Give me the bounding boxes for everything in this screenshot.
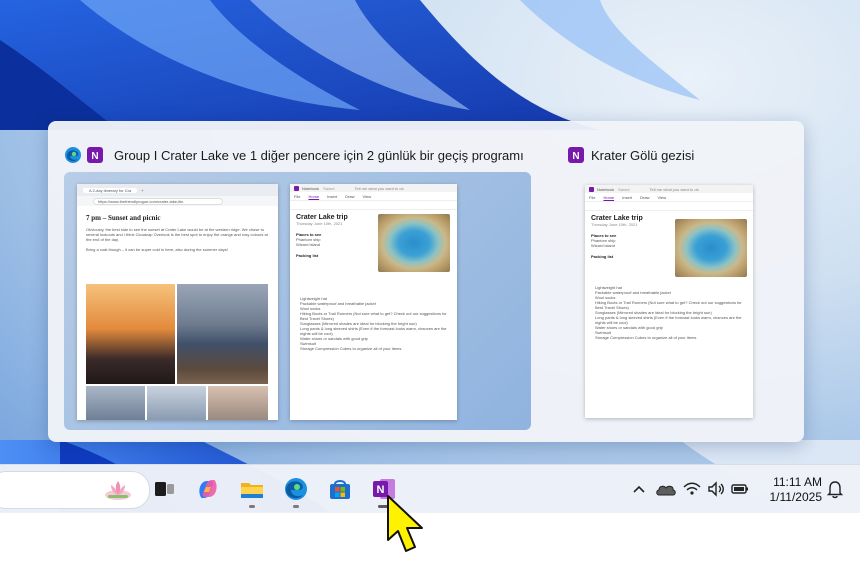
ribbon-tab: Home (308, 193, 320, 199)
onenote-titlebar: Notebook Saved Tell me what you want to … (290, 184, 457, 192)
svg-text:N: N (572, 151, 579, 162)
onedrive-cloud-icon[interactable] (654, 477, 678, 506)
group-thumbnail[interactable]: A 2-day itinerary for Cra + https://www.… (64, 172, 531, 430)
crater-lake-map-image (675, 219, 747, 277)
onenote-search-hint: Tell me what you want to do (649, 186, 699, 192)
note-title: Crater Lake trip (591, 215, 643, 222)
article-paragraph-2: Bring a coat though – it can be super co… (86, 247, 228, 252)
volume-icon[interactable] (706, 477, 726, 506)
packing-item: Hiking Boots or Trail Runners (Not sure … (300, 311, 447, 321)
place-item: Wizard island (591, 243, 616, 248)
ribbon-tab: File (294, 193, 301, 199)
clock-time: 11:11 AM (773, 475, 822, 489)
onenote-ribbon-tabs: File Home Insert Draw View (585, 193, 753, 202)
copilot-icon[interactable] (192, 473, 224, 505)
packing-list: Lightweight hat Packable waterproof and … (300, 296, 450, 351)
notification-bell-icon[interactable] (826, 477, 844, 506)
url-field: https://www.thefriendlyrogue.com/crater-… (93, 197, 223, 205)
browser-address-bar: https://www.thefriendlyrogue.com/crater-… (77, 196, 278, 206)
ribbon-tab: Draw (345, 193, 355, 199)
onenote-mini-icon (589, 186, 594, 192)
battery-icon[interactable] (730, 477, 750, 506)
packing-list: Lightweight hat Packable waterproof and … (595, 285, 745, 340)
onenote-mini-icon (294, 185, 299, 191)
place-item: Wizard island (296, 242, 321, 247)
packing-item: Storage Compression Cubes to organize al… (595, 335, 697, 340)
packing-heading: Packing list (296, 253, 319, 258)
file-explorer-icon[interactable] (236, 473, 268, 505)
sunset-photo (86, 284, 175, 384)
onenote-icon: N (567, 146, 585, 164)
group-title: Group I Crater Lake ve 1 diğer pencere i… (114, 147, 524, 163)
photo-thumb-3 (208, 386, 268, 420)
mouse-cursor-icon (384, 494, 434, 561)
svg-text:N: N (91, 151, 98, 162)
onenote-saved-label: Saved (618, 186, 630, 192)
group-title-row: N Group I Crater Lake ve 1 diğer pencere… (64, 144, 524, 166)
new-tab-icon: + (141, 187, 144, 193)
photo-thumb-1 (86, 386, 145, 420)
browser-window-preview: A 2-day itinerary for Cra + https://www.… (77, 184, 278, 420)
packing-item: Long pants & long sleeved shirts (Even i… (595, 315, 742, 325)
note-date: Thursday June 10th, 2021 (296, 221, 343, 226)
onenote-ribbon-tabs: File Home Insert Draw View (290, 192, 457, 201)
task-view-icon[interactable] (148, 473, 180, 505)
onenote-toolbar (585, 202, 753, 211)
chevron-up-icon[interactable] (632, 477, 646, 506)
browser-tab: A 2-day itinerary for Cra (83, 187, 138, 193)
edge-icon (64, 146, 82, 164)
system-clock[interactable]: 11:11 AM 1/11/2025 (762, 475, 823, 505)
single-title-row: N Krater Gölü gezisi (567, 144, 694, 166)
note-date: Thursday June 10th, 2021 (591, 222, 638, 227)
ribbon-tab: View (362, 193, 372, 199)
window-group-card[interactable]: N Group I Crater Lake ve 1 diğer pencere… (64, 144, 531, 430)
running-indicator (293, 505, 299, 508)
ribbon-tab: Insert (622, 194, 633, 200)
note-title: Crater Lake trip (296, 214, 348, 221)
store-icon[interactable] (324, 473, 356, 505)
packing-heading: Packing list (591, 254, 614, 259)
onenote-window-preview: Notebook Saved Tell me what you want to … (290, 184, 457, 420)
ribbon-tab: File (589, 194, 596, 200)
taskbar-preview-flyout: N Group I Crater Lake ve 1 diğer pencere… (48, 121, 804, 442)
onenote-single-preview[interactable]: Notebook Saved Tell me what you want to … (585, 185, 753, 418)
ribbon-tab: Draw (640, 194, 650, 200)
packing-item: Storage Compression Cubes to organize al… (300, 346, 402, 351)
onenote-app-label: Notebook (597, 186, 615, 192)
article-heading: 7 pm – Sunset and picnic (86, 214, 161, 222)
running-indicator (249, 505, 255, 508)
onenote-titlebar: Notebook Saved Tell me what you want to … (585, 185, 753, 193)
single-window-title: Krater Gölü gezisi (591, 147, 695, 163)
onenote-saved-label: Saved (323, 185, 335, 191)
lake-cliff-photo (177, 284, 268, 384)
article-paragraph-1: Obviously, the best side to see the suns… (86, 227, 268, 242)
wifi-icon[interactable] (682, 477, 702, 506)
onenote-icon: N (86, 146, 104, 164)
edge-icon[interactable] (280, 473, 312, 505)
ribbon-tab: View (657, 194, 667, 200)
browser-tab-strip: A 2-day itinerary for Cra + (77, 184, 278, 196)
packing-item: Long pants & long sleeved shirts (Even i… (300, 326, 447, 336)
photo-collage (86, 284, 268, 420)
crater-lake-map-image (378, 214, 450, 272)
packing-item: Hiking Boots or Trail Runners (Not sure … (595, 300, 742, 310)
onenote-search-hint: Tell me what you want to do (354, 185, 404, 191)
ribbon-tab: Insert (327, 193, 338, 199)
onenote-toolbar (290, 201, 457, 210)
clock-date: 1/11/2025 (769, 490, 823, 504)
onenote-app-label: Notebook (302, 185, 320, 191)
photo-thumb-2 (147, 386, 206, 420)
widgets-icon[interactable] (102, 473, 134, 505)
ribbon-tab: Home (603, 194, 615, 200)
